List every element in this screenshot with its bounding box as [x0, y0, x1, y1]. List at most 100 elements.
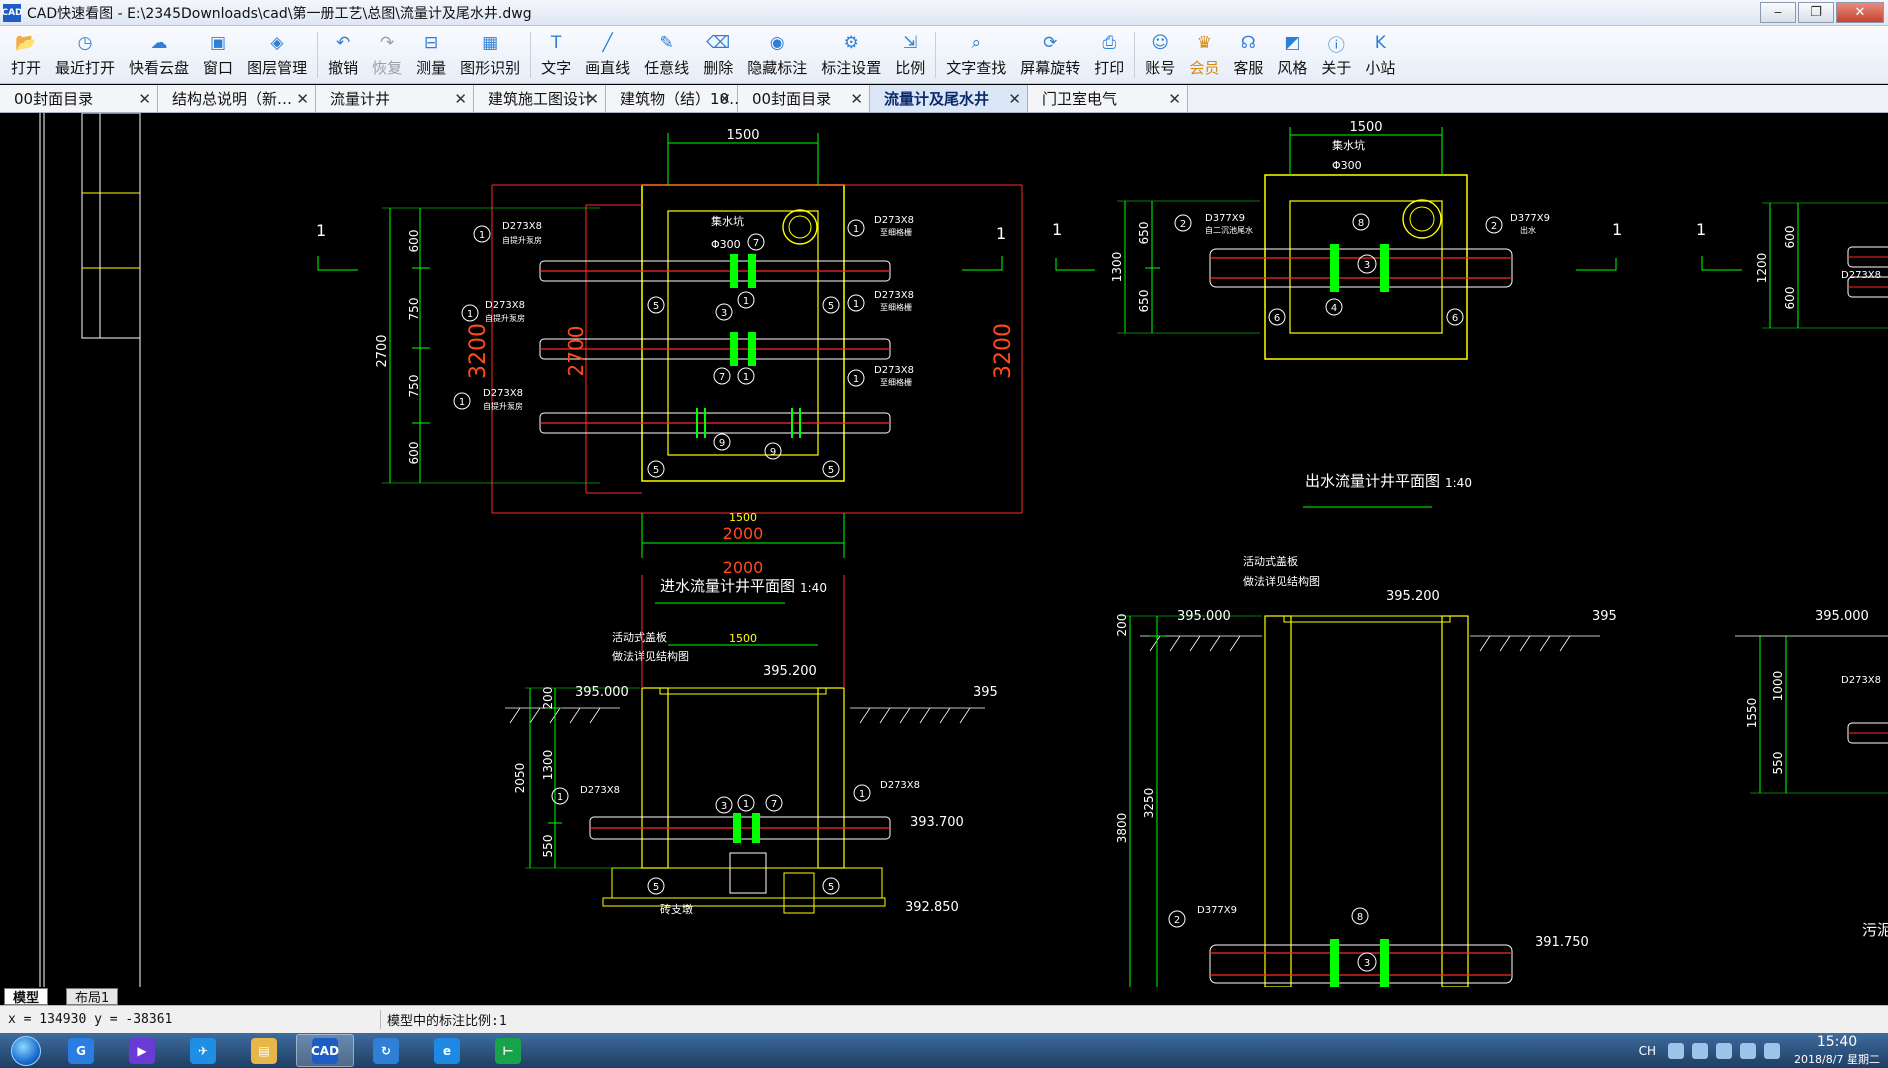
toolbar-button-4[interactable]: ◈ 图层管理: [240, 27, 314, 83]
partial-right-drawing: 1 1200 600 600 1550 1000 550 395.000 D27…: [1696, 202, 1888, 939]
toolbar-button-14[interactable]: ⚙ 标注设置: [814, 27, 888, 83]
dim-2700-inner: 2700: [564, 326, 588, 377]
line-icon: ╱: [602, 33, 613, 53]
window-title: CAD快速看图 - E:\2345Downloads\cad\第一册工艺\总图\…: [27, 5, 532, 22]
toolbar-button-5[interactable]: ↶ 撤销: [321, 27, 365, 83]
toolbar-button-17[interactable]: ⟳ 屏幕旋转: [1013, 27, 1087, 83]
taskbar-app-explorer[interactable]: ▤: [235, 1034, 293, 1067]
taskbar-app-cad-app[interactable]: CAD: [296, 1034, 354, 1067]
inlet-plan-title: 进水流量计井平面图: [660, 577, 795, 595]
clock[interactable]: 15:40 2018/8/7 星期二: [1794, 1034, 1880, 1068]
pipe-note-4: 至细格栅: [880, 227, 912, 237]
toolbar-button-2[interactable]: ☁ 快看云盘: [122, 27, 196, 83]
tray-icon-2[interactable]: [1692, 1042, 1708, 1059]
dim-3200-left: 3200: [466, 323, 491, 379]
tab-label: 结构总说明（新…: [172, 90, 293, 108]
toolbar-button-24[interactable]: K 小站: [1358, 27, 1402, 83]
tab-close-icon[interactable]: ✕: [296, 90, 309, 108]
document-tab[interactable]: 流量计及尾水井 ✕: [870, 85, 1028, 112]
tab-close-icon[interactable]: ✕: [718, 90, 731, 108]
toolbar-button-1[interactable]: ◷ 最近打开: [48, 27, 122, 83]
title-block-strip: [39, 113, 141, 987]
cloud-icon: ☁: [150, 33, 168, 53]
toolbar-button-22[interactable]: ◩ 风格: [1270, 27, 1314, 83]
toolbar-label: 图形识别: [460, 59, 521, 77]
drawing-canvas[interactable]: 1500 1500 2000 2000 3200 3200 2700 2700 …: [0, 113, 1888, 987]
dim-550: 550: [541, 835, 555, 858]
tray-icon-3[interactable]: [1716, 1042, 1732, 1059]
toolbar-button-6[interactable]: ↷ 恢复: [365, 27, 409, 83]
taskbar-app-browser-2345[interactable]: G: [52, 1034, 110, 1067]
toolbar-button-9[interactable]: T 文字: [534, 27, 578, 83]
printer-icon: ⎙: [1102, 33, 1117, 53]
cad-drawing[interactable]: 1500 1500 2000 2000 3200 3200 2700 2700 …: [0, 113, 1888, 987]
browser-2345-icon: G: [68, 1037, 94, 1064]
network-icon[interactable]: [1764, 1042, 1780, 1059]
toolbar-button-20[interactable]: ♛ 会员: [1182, 27, 1226, 83]
toolbar-button-8[interactable]: ▦ 图形识别: [453, 27, 527, 83]
app-icon: CAD: [1, 3, 23, 22]
sec-callout-5a: 5: [653, 882, 659, 893]
maximize-button[interactable]: ❐: [1798, 2, 1834, 23]
dim-2000-b: 2000: [723, 558, 764, 577]
minimize-button[interactable]: ‒: [1760, 2, 1796, 23]
sec-pipe-label-out: D273X8: [880, 780, 920, 791]
callout-7a: 7: [719, 372, 725, 383]
toolbar-button-0[interactable]: 📂 打开: [4, 27, 48, 83]
toolbar-button-13[interactable]: ◉ 隐藏标注: [740, 27, 814, 83]
taskbar-app-project-app[interactable]: ⊢: [479, 1034, 537, 1067]
out-sec-dim-200: 200: [1115, 614, 1129, 637]
tab-close-icon[interactable]: ✕: [1168, 90, 1181, 108]
start-button[interactable]: [0, 1033, 52, 1068]
toolbar-label: 小站: [1365, 59, 1396, 77]
toolbar-button-15[interactable]: ⇲ 比例: [888, 27, 932, 83]
taskbar-app-feige-app[interactable]: ✈: [174, 1034, 232, 1067]
tab-layout1[interactable]: 布局1: [66, 988, 119, 1006]
taskbar-app-tool-app[interactable]: ↻: [357, 1034, 415, 1067]
language-indicator[interactable]: CH: [1639, 1044, 1656, 1058]
sec-callout-1c: 1: [743, 799, 749, 810]
tray-icon-1[interactable]: [1668, 1042, 1684, 1059]
toolbar-button-19[interactable]: ☺ 账号: [1138, 27, 1182, 83]
toolbar-button-21[interactable]: ☊ 客服: [1226, 27, 1270, 83]
toolbar-button-7[interactable]: ⊟ 测量: [409, 27, 453, 83]
phi300-label: Φ300: [711, 238, 741, 251]
toolbar-button-23[interactable]: ⓘ 关于: [1314, 27, 1358, 83]
document-tab[interactable]: 结构总说明（新… ✕: [158, 85, 316, 112]
tab-close-icon[interactable]: ✕: [138, 90, 151, 108]
pipe-note-3: 自提升泵房: [483, 401, 523, 411]
right-pipe-label-1: D273X8: [1841, 270, 1881, 281]
document-tab[interactable]: 00封面目录 ✕: [0, 85, 158, 112]
tab-close-icon[interactable]: ✕: [850, 90, 863, 108]
cad-app-icon: CAD: [311, 1037, 339, 1064]
toolbar-separator: [1134, 31, 1136, 78]
document-tab[interactable]: 建筑施工图设计 ✕: [474, 85, 606, 112]
close-button[interactable]: ✕: [1836, 2, 1884, 23]
toolbar-label: 客服: [1233, 59, 1264, 77]
level-395200: 395.200: [763, 664, 817, 679]
toolbar-label: 屏幕旋转: [1020, 59, 1081, 77]
tab-close-icon[interactable]: ✕: [1008, 90, 1021, 108]
sec-callout-3: 3: [721, 801, 727, 812]
explorer-icon: ▤: [251, 1037, 277, 1064]
document-tab[interactable]: 00封面目录 ✕: [738, 85, 870, 112]
document-tab[interactable]: 建筑物（结）10… ✕: [606, 85, 744, 112]
toolbar-button-10[interactable]: ╱ 画直线: [578, 27, 637, 83]
document-tab[interactable]: 门卫室电气 ✕: [1028, 85, 1188, 112]
collect-pit-label: 集水坑: [711, 214, 744, 228]
toolbar-button-11[interactable]: ✎ 任意线: [637, 27, 696, 83]
tab-model[interactable]: 模型: [4, 988, 49, 1006]
toolbar-button-12[interactable]: ⌫ 删除: [696, 27, 740, 83]
toolbar-label: 关于: [1321, 59, 1352, 77]
tab-close-icon[interactable]: ✕: [454, 90, 467, 108]
volume-icon[interactable]: [1740, 1042, 1756, 1059]
out-sec-pipe-label: D377X9: [1197, 905, 1237, 916]
taskbar-app-video-app[interactable]: ▶: [113, 1034, 171, 1067]
tab-close-icon[interactable]: ✕: [586, 90, 599, 108]
toolbar-button-16[interactable]: ⌕ 文字查找: [939, 27, 1013, 83]
toolbar-button-3[interactable]: ▣ 窗口: [196, 27, 240, 83]
toolbar-button-18[interactable]: ⎙ 打印: [1087, 27, 1131, 83]
taskbar-app-ie[interactable]: e: [418, 1034, 476, 1067]
document-tab[interactable]: 流量计井 ✕: [316, 85, 474, 112]
pipe-note-2: 自提升泵房: [485, 313, 525, 323]
